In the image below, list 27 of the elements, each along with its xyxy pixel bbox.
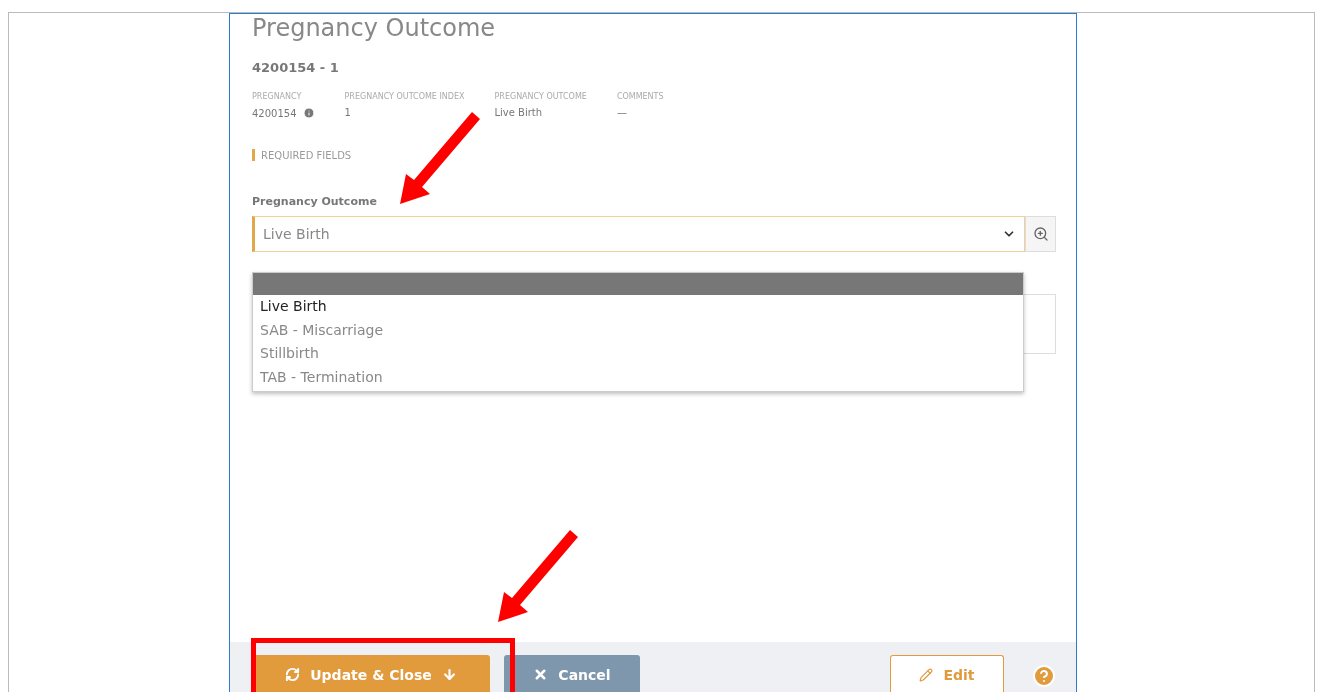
detail-value: Live Birth	[494, 107, 543, 118]
info-icon[interactable]	[302, 107, 315, 119]
detail-label: PREGNANCY OUTCOME	[494, 92, 587, 101]
field-label: Pregnancy Outcome	[252, 195, 378, 208]
detail-label: COMMENTS	[616, 92, 664, 101]
zoom-in-icon	[1032, 226, 1049, 242]
lookup-button[interactable]	[1025, 216, 1056, 252]
dropdown-option[interactable]: TAB - Termination	[253, 365, 1023, 389]
required-marker	[252, 149, 255, 161]
detail-label: PREGNANCY OUTCOME INDEX	[344, 92, 465, 101]
refresh-icon	[285, 667, 301, 682]
edit-button[interactable]: Edit	[890, 655, 1004, 692]
arrow-down-icon	[441, 667, 457, 682]
cancel-button[interactable]: Cancel	[504, 655, 640, 692]
dropdown-option[interactable]: Live Birth	[253, 295, 1023, 319]
pencil-icon	[919, 668, 934, 682]
dropdown-option[interactable]: Stillbirth	[253, 342, 1023, 366]
detail-value: —	[616, 107, 627, 118]
dropdown-option[interactable]: SAB - Miscarriage	[253, 318, 1023, 342]
detail-label: PREGNANCY	[252, 92, 303, 101]
help-icon	[1032, 664, 1056, 688]
detail-value: 1	[344, 107, 351, 118]
dialog-title: Pregnancy Outcome	[252, 14, 497, 42]
required-note: REQUIRED FIELDS	[261, 149, 352, 161]
record-id: 4200154 - 1	[252, 60, 340, 75]
outcome-select[interactable]: Live Birth	[252, 216, 1025, 252]
detail-value: 4200154	[252, 107, 297, 119]
